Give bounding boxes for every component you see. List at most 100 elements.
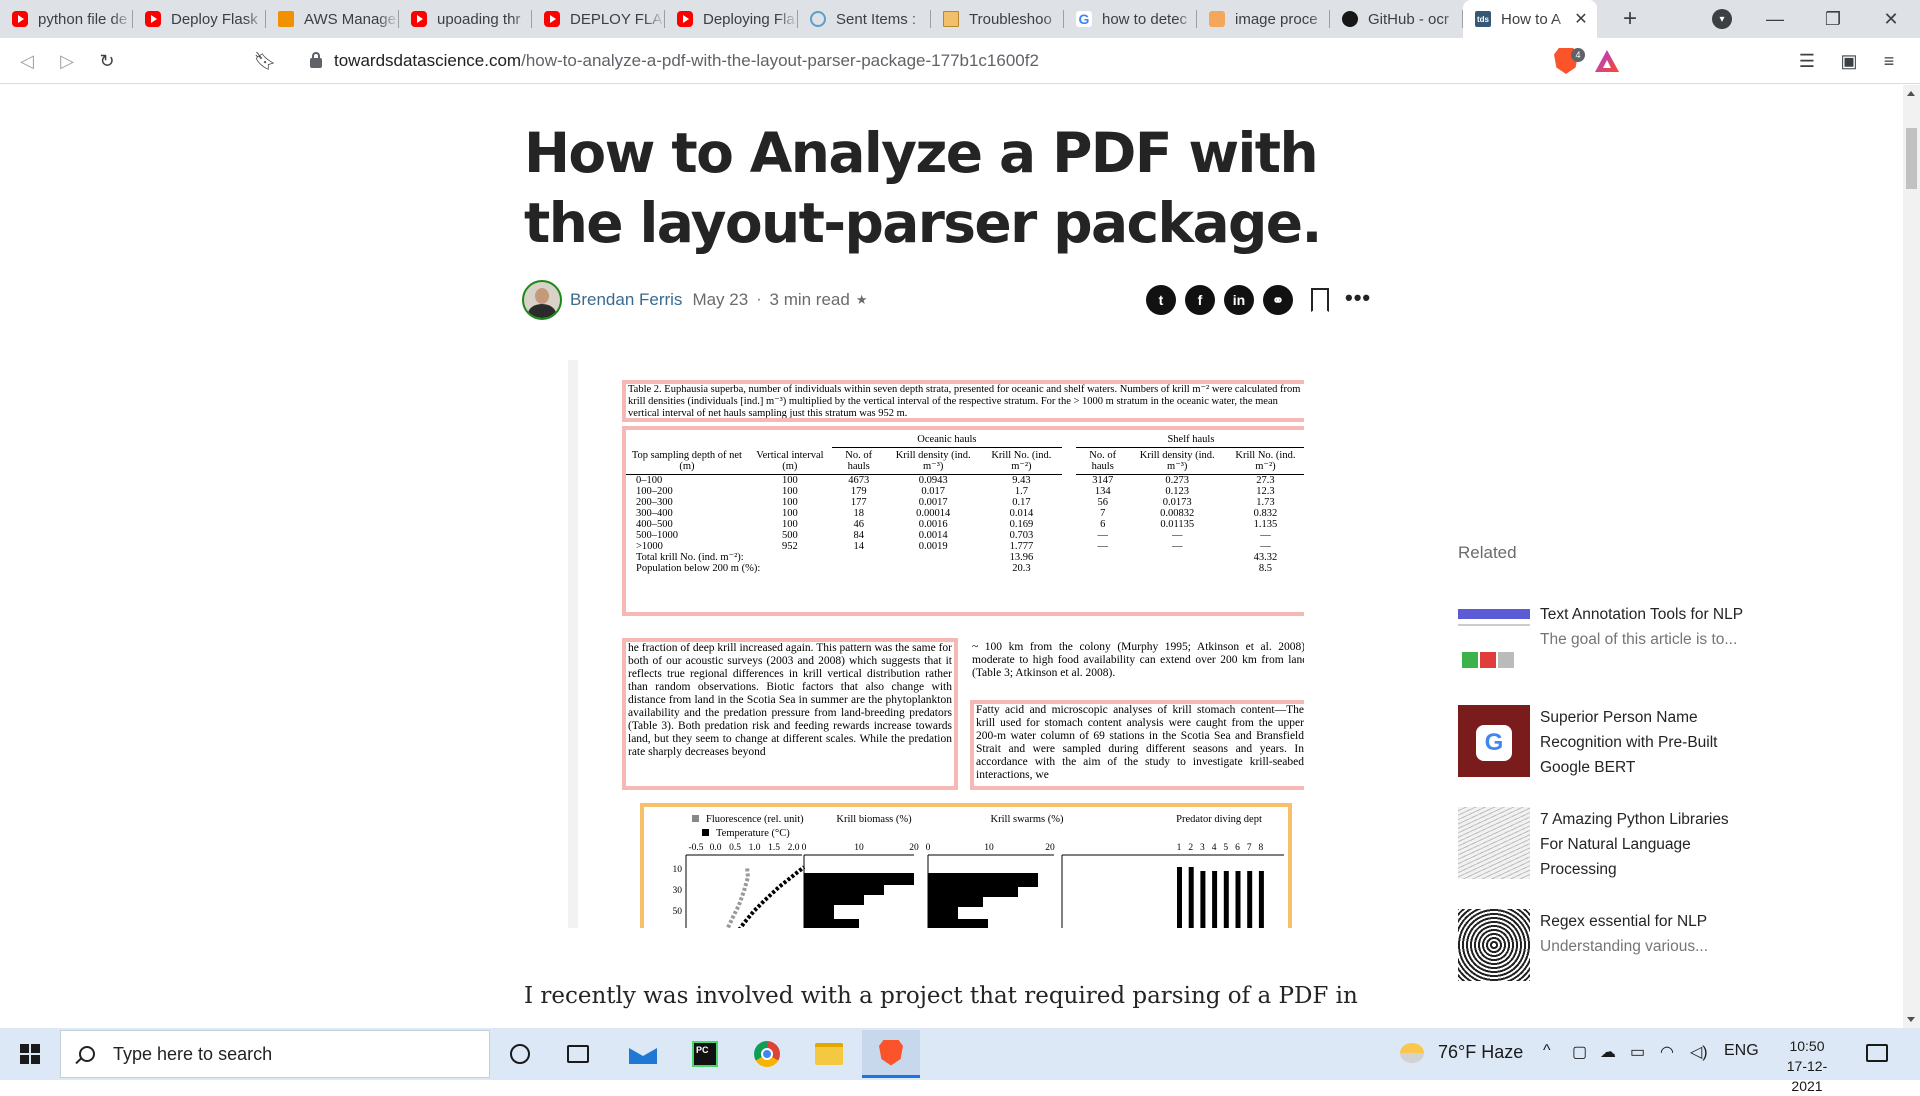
column-header: Krill No. (ind. m⁻²) [1224,447,1304,475]
depth-tick-label: 10 [673,865,683,875]
back-icon[interactable]: ◁ [12,46,42,76]
swarms-tick-label: 0 [926,843,931,853]
reload-icon[interactable]: ↻ [92,46,122,76]
related-thumbnail[interactable] [1458,909,1530,981]
facebook-icon[interactable]: f [1185,285,1215,315]
related-item[interactable]: 7 Amazing Python Libraries For Natural L… [1458,807,1758,887]
table-cell: 1.777 [1009,541,1034,552]
biomass-tick-label: 10 [854,843,864,853]
youtube-icon [677,11,693,27]
table-cell: 18 [853,508,864,519]
table-cell: 3147 [1092,475,1114,486]
related-thumbnail[interactable] [1458,807,1530,879]
tab[interactable]: Deploy Flask [133,0,266,38]
related-title[interactable]: Regex essential for NLP [1540,909,1750,934]
swarms-tick-label: 20 [1045,843,1055,853]
related-item[interactable]: G Superior Person Name Recognition with … [1458,705,1758,785]
language-indicator[interactable]: ENG [1724,1042,1759,1060]
tab-active[interactable]: tds How to A ✕ [1463,0,1597,38]
table-cell: 0.0016 [918,519,948,530]
related-item[interactable]: Regex essential for NLP Understanding va… [1458,909,1758,989]
forward-icon[interactable]: ▷ [52,46,82,76]
tab[interactable]: GitHub - ocr [1330,0,1463,38]
bookmark-page-icon[interactable]: 🔖︎ [250,46,280,76]
windows-taskbar: Type here to search PC 76°F Haze ^ ▢ ☁ ▭… [0,1028,1920,1094]
meet-now-icon[interactable]: ▢ [1572,1042,1587,1062]
related-item[interactable]: Text Annotation Tools for NLP The goal o… [1458,602,1758,682]
tab-search-icon[interactable]: ▾ [1712,9,1732,29]
depth-tick-label: 30 [673,886,683,896]
taskbar-search-input[interactable]: Type here to search [60,1030,490,1078]
shields-count-badge: 4 [1571,48,1585,62]
histogram-bar [928,919,988,928]
temperature-tick-label: 2.0 [788,843,800,853]
tab[interactable]: python file de [0,0,133,38]
media-controls-icon[interactable]: ☰ [1796,50,1818,72]
restore-icon[interactable]: ❐ [1804,0,1862,38]
wallet-icon[interactable]: ▣ [1838,50,1860,72]
related-title[interactable]: 7 Amazing Python Libraries For Natural L… [1540,807,1750,882]
tab[interactable]: DEPLOY FLAS [532,0,665,38]
minimize-icon[interactable]: — [1746,0,1804,38]
menu-icon[interactable]: ≡ [1878,50,1900,72]
scroll-up-icon[interactable] [1907,91,1915,96]
related-title[interactable]: Superior Person Name Recognition with Pr… [1540,705,1750,780]
copy-link-icon[interactable]: ⚭ [1263,285,1293,315]
scroll-down-icon[interactable] [1907,1017,1915,1022]
brave-rewards-icon[interactable] [1595,50,1619,72]
table-cell: 0.01135 [1160,519,1195,530]
author-name[interactable]: Brendan Ferris [570,290,682,310]
show-hidden-icons-icon[interactable]: ^ [1543,1042,1551,1060]
close-window-icon[interactable]: ✕ [1862,0,1920,38]
battery-icon[interactable]: ▭ [1630,1042,1645,1062]
save-bookmark-icon[interactable] [1311,288,1329,312]
related-thumbnail[interactable]: G [1458,705,1530,777]
tab[interactable]: Deploying Fla [665,0,798,38]
table-cell: 0.0019 [918,541,948,552]
linkedin-icon[interactable]: in [1224,285,1254,315]
diving-depth-bar [1177,867,1182,928]
chrome-icon[interactable] [738,1030,796,1078]
table-cell: 500–1000 [636,530,678,541]
address-bar[interactable]: towardsdatascience.com/how-to-analyze-a-… [292,43,1552,79]
left-text-column: he fraction of deep krill increased agai… [622,638,958,790]
related-thumbnail[interactable] [1458,602,1530,674]
tab[interactable]: image proce [1197,0,1330,38]
depth-tick-label: 50 [673,907,683,917]
windows-start-icon[interactable] [20,1044,40,1064]
related-title[interactable]: Text Annotation Tools for NLP [1540,602,1750,627]
task-view-icon[interactable] [549,1030,607,1078]
diving-tick-label: 4 [1212,843,1217,853]
histogram-bar [928,907,958,919]
wifi-icon[interactable]: ◠ [1660,1042,1674,1062]
page-scrollbar[interactable] [1903,85,1920,1028]
close-tab-icon[interactable]: ✕ [1571,9,1591,29]
file-explorer-icon[interactable] [800,1030,858,1078]
system-clock[interactable]: 10:50 17-12-2021 [1772,1036,1842,1096]
cortana-icon[interactable] [491,1030,549,1078]
tab[interactable]: AWS Manage [266,0,399,38]
brave-browser-icon[interactable] [862,1030,920,1078]
mail-icon[interactable] [614,1030,672,1078]
notifications-icon[interactable] [1866,1044,1888,1062]
twitter-icon[interactable]: t [1146,285,1176,315]
table-cell: 100 [781,475,798,486]
pycharm-icon[interactable]: PC [676,1030,734,1078]
table-cell: 300–400 [636,508,673,519]
lock-icon[interactable] [310,52,322,68]
member-star-icon: ★ [855,292,868,307]
histogram-bar [804,885,884,895]
tab-label: Sent Items : [836,10,917,28]
left-column-text: he fraction of deep krill increased agai… [628,642,952,758]
author-avatar[interactable] [522,280,562,320]
volume-icon[interactable]: ◁) [1690,1042,1708,1062]
new-tab-button[interactable]: + [1615,0,1645,38]
tab[interactable]: Troubleshoo [931,0,1064,38]
tab[interactable]: Ghow to detec [1064,0,1197,38]
weather-widget[interactable]: 76°F Haze [1400,1042,1523,1063]
onedrive-icon[interactable]: ☁ [1600,1042,1616,1062]
more-options-icon[interactable]: ••• [1345,285,1371,311]
scrollbar-thumb[interactable] [1906,128,1917,189]
tab[interactable]: upoading thr [399,0,532,38]
tab[interactable]: Sent Items : [798,0,931,38]
